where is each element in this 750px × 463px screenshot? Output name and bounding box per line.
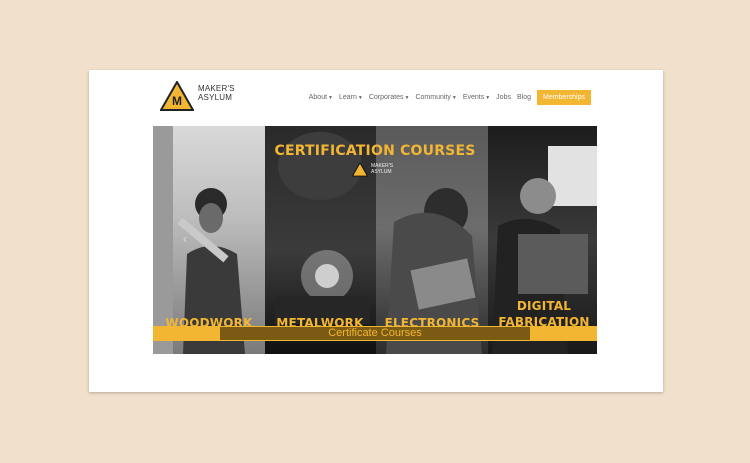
brand-line1: MAKER'S [198,84,235,93]
nav-jobs[interactable]: Jobs [496,94,511,101]
nav-about[interactable]: About▼ [309,94,333,101]
hero-logo-text: MAKER'S ASYLUM [371,163,394,175]
nav-corporates[interactable]: Corporates▼ [369,94,410,101]
brand-line2: ASYLUM [198,93,233,102]
hero-banner[interactable]: CERTIFICATION COURSES MAKER'S ASYLUM ‹ C… [153,126,597,354]
hero-logo: MAKER'S ASYLUM [351,161,402,178]
metalwork-label: METALWORK [276,316,364,330]
website-card: M MAKER'S ASYLUM About▼ Learn▼ Corporate… [89,70,663,392]
brand-name: MAKER'S ASYLUM [198,84,235,102]
chevron-down-icon: ▼ [357,94,363,101]
nav-blog[interactable]: Blog [517,94,531,101]
nav-community[interactable]: Community▼ [415,94,456,101]
woodwork-label: WOODWORK [165,316,253,330]
memberships-button[interactable]: Memberships [536,89,591,105]
nav-events[interactable]: Events▼ [463,94,490,101]
digital-fabrication-label: DIGITAL FABRICATION [498,299,590,329]
chevron-down-icon: ▼ [328,94,333,101]
chevron-left-icon[interactable]: ‹ [183,232,187,246]
chevron-down-icon: ▼ [404,94,410,101]
electronics-label: ELECTRONICS [384,316,480,330]
main-nav: About▼ Learn▼ Corporates▼ Community▼ Eve… [309,89,591,105]
nav-learn[interactable]: Learn▼ [339,94,363,101]
brand-logo[interactable]: M MAKER'S ASYLUM [160,81,240,113]
chevron-down-icon: ▼ [485,94,491,101]
chevron-down-icon: ▼ [451,94,457,101]
logo-triangle-icon [351,161,369,177]
logo-triangle-icon: M [160,81,194,111]
svg-text:M: M [172,94,182,108]
hero-title: CERTIFICATION COURSES [274,143,476,159]
